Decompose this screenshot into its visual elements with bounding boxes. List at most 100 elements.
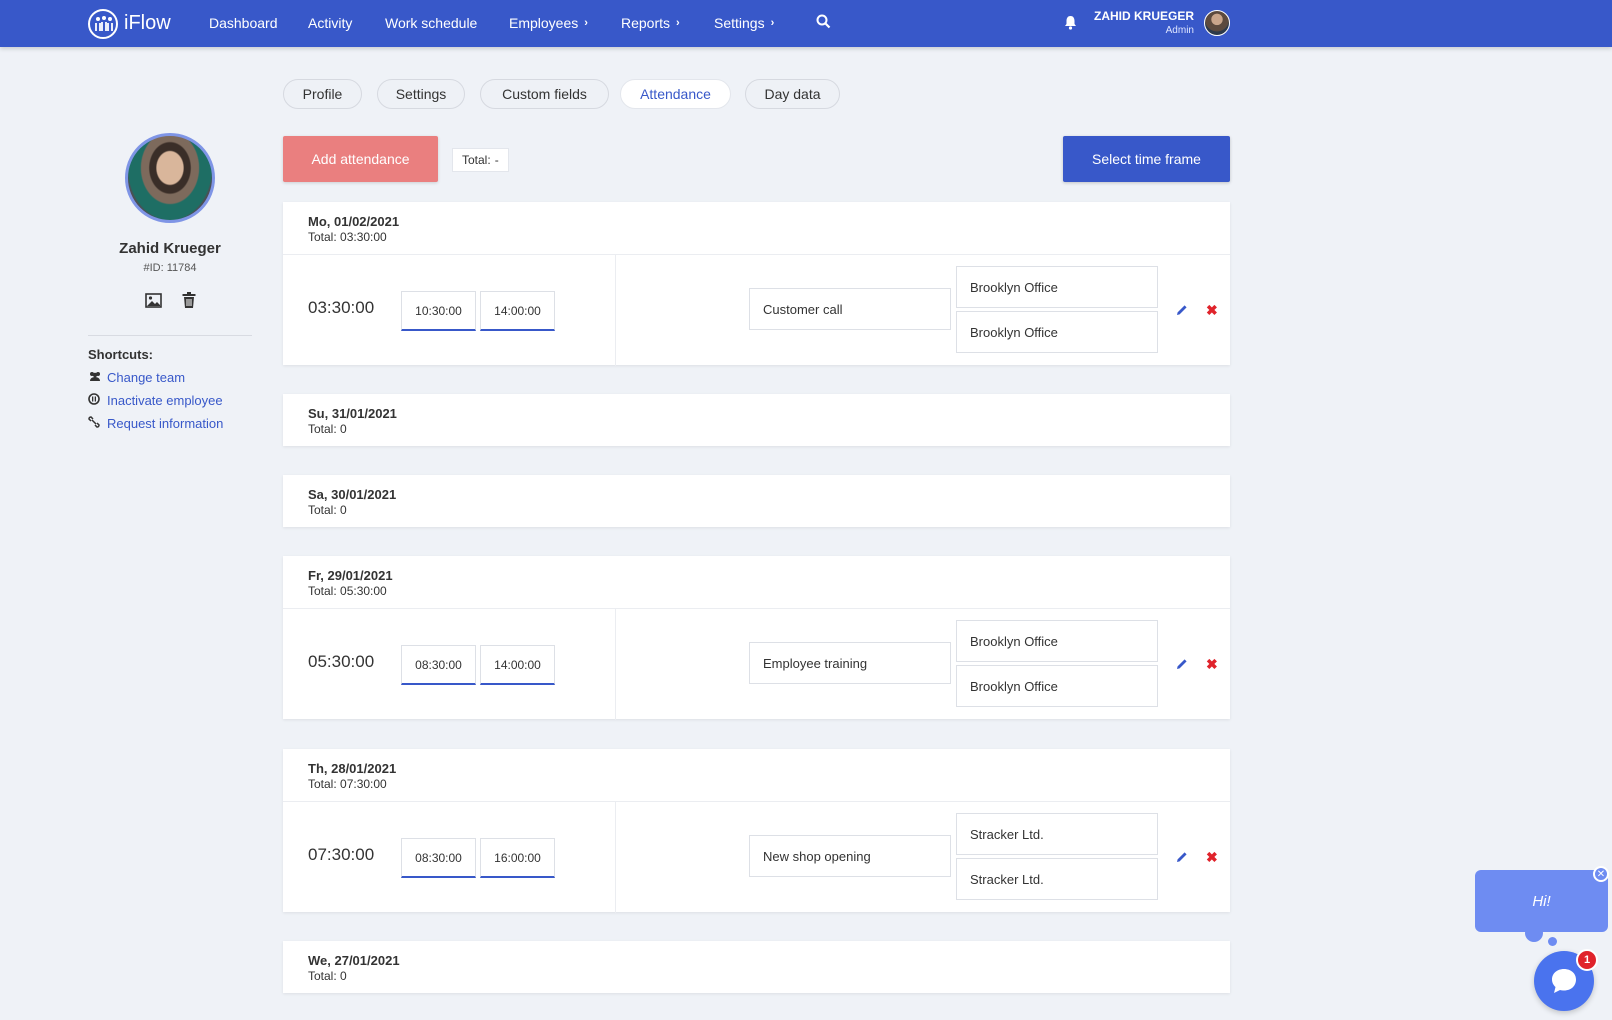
attendance-entry: 03:30:00 10:30:00 14:00:00 Customer call… bbox=[283, 254, 1230, 366]
search-icon[interactable] bbox=[816, 14, 831, 32]
select-time-frame-button[interactable]: Select time frame bbox=[1063, 136, 1230, 182]
day-total: Total: 03:30:00 bbox=[308, 230, 387, 244]
tab-settings[interactable]: Settings bbox=[377, 79, 465, 109]
profile-photo bbox=[125, 133, 215, 223]
entry-duration: 03:30:00 bbox=[308, 298, 375, 317]
total-value: - bbox=[494, 153, 499, 167]
sidebar-divider bbox=[88, 335, 252, 336]
day-title: Su, 31/01/2021 bbox=[308, 406, 397, 421]
chevron-right-icon: › bbox=[584, 17, 588, 29]
shortcut-request-label: Request information bbox=[107, 416, 224, 431]
tab-profile[interactable]: Profile bbox=[283, 79, 362, 109]
shortcuts-title: Shortcuts: bbox=[88, 347, 153, 362]
chevron-right-icon: › bbox=[770, 17, 775, 29]
end-time-input[interactable]: 14:00:00 bbox=[480, 645, 555, 685]
nav-reports[interactable]: Reports › bbox=[621, 15, 680, 31]
start-time-input[interactable]: 08:30:00 bbox=[401, 838, 476, 878]
day-header: Sa, 30/01/2021 Total: 0 bbox=[283, 475, 1230, 527]
chat-unread-badge: 1 bbox=[1576, 949, 1598, 971]
close-icon[interactable]: ✖ bbox=[1206, 302, 1218, 319]
day-card: Mo, 01/02/2021 Total: 03:30:00 03:30:00 … bbox=[283, 202, 1230, 366]
day-total: Total: 05:30:00 bbox=[308, 584, 387, 598]
nav-work-schedule-label: Work schedule bbox=[385, 15, 478, 31]
end-location-field[interactable]: Stracker Ltd. bbox=[956, 858, 1158, 900]
pencil-icon[interactable] bbox=[1176, 658, 1188, 673]
entry-duration: 07:30:00 bbox=[308, 845, 375, 864]
user-role: Admin bbox=[1165, 25, 1194, 36]
app-logo[interactable]: iFlow bbox=[88, 8, 171, 39]
user-avatar[interactable] bbox=[1204, 10, 1230, 36]
end-location-field[interactable]: Brooklyn Office bbox=[956, 311, 1158, 353]
shortcut-inactivate-label: Inactivate employee bbox=[107, 393, 223, 408]
description-input[interactable]: Employee training bbox=[749, 642, 951, 684]
day-title: Sa, 30/01/2021 bbox=[308, 487, 397, 502]
start-time-input[interactable]: 08:30:00 bbox=[401, 645, 476, 685]
nav-reports-label: Reports bbox=[621, 15, 671, 31]
link-icon bbox=[88, 416, 100, 431]
day-total: Total: 07:30:00 bbox=[308, 777, 387, 791]
nav-employees-label: Employees bbox=[509, 15, 579, 31]
chat-bubble-tail bbox=[1548, 937, 1557, 946]
day-card: Sa, 30/01/2021 Total: 0 bbox=[283, 475, 1230, 527]
shortcut-request-information[interactable]: Request information bbox=[88, 416, 223, 431]
total-badge: Total: - bbox=[452, 148, 509, 172]
day-header: Su, 31/01/2021 Total: 0 bbox=[283, 394, 1230, 446]
day-title: Mo, 01/02/2021 bbox=[308, 214, 400, 229]
column-divider bbox=[615, 802, 616, 913]
bell-icon[interactable] bbox=[1064, 15, 1077, 33]
shortcut-change-team[interactable]: Change team bbox=[88, 370, 185, 385]
day-header: We, 27/01/2021 Total: 0 bbox=[283, 941, 1230, 993]
nav-work-schedule[interactable]: Work schedule bbox=[385, 15, 477, 31]
end-time-input[interactable]: 16:00:00 bbox=[480, 838, 555, 878]
pencil-icon[interactable] bbox=[1176, 304, 1188, 319]
shortcut-inactivate-employee[interactable]: Inactivate employee bbox=[88, 393, 223, 408]
day-total: Total: 0 bbox=[308, 422, 347, 436]
chat-greeting-bubble[interactable]: Hi! bbox=[1475, 870, 1608, 932]
app-name: iFlow bbox=[124, 12, 171, 34]
pencil-icon[interactable] bbox=[1176, 851, 1188, 866]
day-card: Th, 28/01/2021 Total: 07:30:00 07:30:00 … bbox=[283, 749, 1230, 913]
total-label: Total: bbox=[462, 153, 491, 167]
start-time-input[interactable]: 10:30:00 bbox=[401, 291, 476, 331]
pause-circle-icon bbox=[88, 393, 100, 408]
start-location-field[interactable]: Brooklyn Office bbox=[956, 620, 1158, 662]
day-header: Th, 28/01/2021 Total: 07:30:00 bbox=[283, 749, 1230, 801]
close-icon[interactable]: ✖ bbox=[1206, 849, 1218, 866]
chevron-right-icon: › bbox=[676, 17, 680, 29]
nav-employees[interactable]: Employees › bbox=[509, 15, 588, 31]
end-location-field[interactable]: Brooklyn Office bbox=[956, 665, 1158, 707]
day-total: Total: 0 bbox=[308, 503, 347, 517]
entry-duration: 05:30:00 bbox=[308, 652, 375, 671]
end-time-input[interactable]: 14:00:00 bbox=[480, 291, 555, 331]
day-title: We, 27/01/2021 bbox=[308, 953, 400, 968]
day-total: Total: 0 bbox=[308, 969, 347, 983]
chat-bubble-tail bbox=[1525, 924, 1543, 942]
start-location-field[interactable]: Stracker Ltd. bbox=[956, 813, 1158, 855]
tab-custom-fields[interactable]: Custom fields bbox=[480, 79, 609, 109]
tab-day-data[interactable]: Day data bbox=[745, 79, 840, 109]
chat-icon bbox=[1552, 969, 1576, 993]
add-attendance-button[interactable]: Add attendance bbox=[283, 136, 438, 182]
close-icon[interactable]: ✕ bbox=[1593, 866, 1609, 882]
close-icon[interactable]: ✖ bbox=[1206, 656, 1218, 673]
description-input[interactable]: New shop opening bbox=[749, 835, 951, 877]
users-icon bbox=[88, 371, 100, 385]
day-header: Mo, 01/02/2021 Total: 03:30:00 bbox=[283, 202, 1230, 254]
image-icon[interactable] bbox=[145, 293, 162, 311]
description-input[interactable]: Customer call bbox=[749, 288, 951, 330]
day-header: Fr, 29/01/2021 Total: 05:30:00 bbox=[283, 556, 1230, 608]
user-name[interactable]: ZAHID KRUEGER bbox=[1094, 9, 1194, 23]
profile-name: Zahid Krueger bbox=[119, 240, 221, 257]
nav-settings[interactable]: Settings › bbox=[714, 15, 774, 31]
shortcut-change-team-label: Change team bbox=[107, 370, 186, 385]
nav-settings-label: Settings bbox=[714, 15, 765, 31]
top-navbar: iFlow Dashboard Activity Work schedule E… bbox=[0, 0, 1612, 47]
day-title: Th, 28/01/2021 bbox=[308, 761, 397, 776]
tab-attendance[interactable]: Attendance bbox=[620, 79, 731, 109]
nav-activity[interactable]: Activity bbox=[308, 15, 352, 31]
day-card: Su, 31/01/2021 Total: 0 bbox=[283, 394, 1230, 446]
nav-dashboard[interactable]: Dashboard bbox=[209, 15, 278, 31]
start-location-field[interactable]: Brooklyn Office bbox=[956, 266, 1158, 308]
column-divider bbox=[615, 609, 616, 720]
trash-icon[interactable] bbox=[182, 292, 196, 312]
